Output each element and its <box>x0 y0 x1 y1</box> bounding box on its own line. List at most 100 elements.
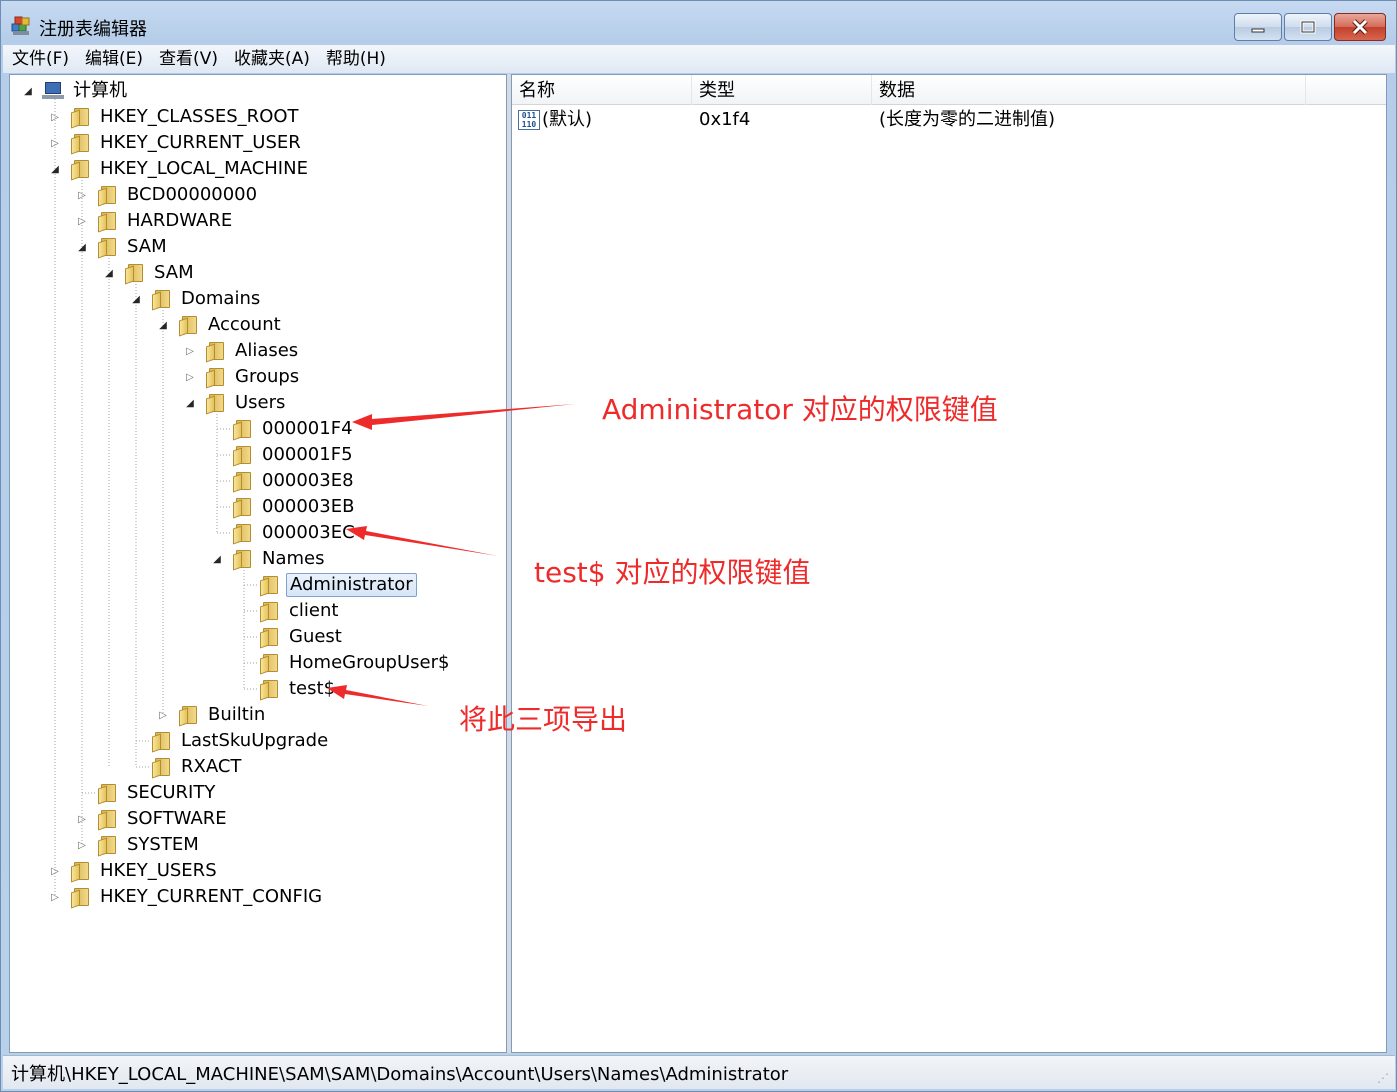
tree-node[interactable]: ▷ SOFTWARE <box>76 807 230 831</box>
no-arrow-spacer <box>238 631 250 643</box>
tree-node[interactable]: ▷ HKEY_CURRENT_USER <box>49 131 304 155</box>
expand-arrow-icon[interactable]: ▷ <box>49 137 61 149</box>
tree-node[interactable]: ▷ HKEY_CURRENT_CONFIG <box>49 885 325 909</box>
menu-favorites[interactable]: 收藏夹(A) <box>227 47 317 71</box>
tree-node[interactable]: 000001F5 <box>211 443 356 467</box>
tree-node-label: Users <box>235 392 286 413</box>
expand-arrow-icon[interactable]: ▷ <box>76 813 88 825</box>
tree-node-label: RXACT <box>181 756 242 777</box>
expand-arrow-icon[interactable]: ▷ <box>184 371 196 383</box>
registry-tree[interactable]: ◢ 计算机 ▷ HKEY_CLASSES_ROOT ▷ HKEY_CURRENT… <box>9 74 507 1053</box>
tree-node[interactable]: ◢ HKEY_LOCAL_MACHINE <box>49 157 311 181</box>
tree-node[interactable]: 000001F4 <box>211 417 356 441</box>
tree-node[interactable]: ▷ HKEY_CLASSES_ROOT <box>49 105 302 129</box>
folder-icon <box>231 549 253 571</box>
collapse-arrow-icon[interactable]: ◢ <box>49 163 61 175</box>
collapse-arrow-icon[interactable]: ◢ <box>184 397 196 409</box>
collapse-arrow-icon[interactable]: ◢ <box>211 553 223 565</box>
tree-node-label: 000001F5 <box>262 444 353 465</box>
collapse-arrow-icon[interactable]: ◢ <box>103 267 115 279</box>
tree-root-computer[interactable]: ◢ 计算机 <box>22 79 130 103</box>
expand-arrow-icon[interactable]: ▷ <box>76 839 88 851</box>
menu-help[interactable]: 帮助(H) <box>319 47 393 71</box>
value-name: (默认) <box>542 109 593 130</box>
list-row[interactable]: 011 110 (默认) 0x1f4 (长度为零的二进制值) <box>512 107 1386 133</box>
folder-icon <box>231 497 253 519</box>
expand-arrow-icon[interactable]: ▷ <box>49 865 61 877</box>
folder-icon <box>231 471 253 493</box>
tree-node[interactable]: ◢ Names <box>211 547 327 571</box>
tree-node[interactable]: ▷ Builtin <box>157 703 268 727</box>
tree-node-label: 000003E8 <box>262 470 354 491</box>
collapse-arrow-icon[interactable]: ◢ <box>157 319 169 331</box>
tree-node-label: HKEY_CLASSES_ROOT <box>100 106 299 127</box>
tree-node-label: 计算机 <box>73 80 127 101</box>
tree-node[interactable]: ◢ Account <box>157 313 284 337</box>
folder-icon <box>96 237 118 259</box>
menu-bar: 文件(F) 编辑(E) 查看(V) 收藏夹(A) 帮助(H) <box>3 45 1395 73</box>
column-header-data[interactable]: 数据 <box>872 75 1306 105</box>
tree-node[interactable]: 000003EC <box>211 521 358 545</box>
tree-node[interactable]: SECURITY <box>76 781 218 805</box>
menu-view[interactable]: 查看(V) <box>152 47 225 71</box>
values-list[interactable]: 名称 类型 数据 011 110 (默认) 0x1f4 (长度为零的二进制值) <box>511 74 1387 1053</box>
tree-node-label: Builtin <box>208 704 266 725</box>
expand-arrow-icon[interactable]: ▷ <box>157 709 169 721</box>
tree-node-label: HARDWARE <box>127 210 233 231</box>
tree-node-label: 000003EB <box>262 496 355 517</box>
expand-arrow-icon[interactable]: ▷ <box>49 111 61 123</box>
tree-node[interactable]: ▷ Groups <box>184 365 302 389</box>
expand-arrow-icon[interactable]: ▷ <box>76 215 88 227</box>
tree-node[interactable]: Guest <box>238 625 345 649</box>
collapse-arrow-icon[interactable]: ◢ <box>22 85 34 97</box>
tree-node[interactable]: HomeGroupUser$ <box>238 651 452 675</box>
folder-icon <box>258 627 280 649</box>
close-button[interactable] <box>1334 13 1386 41</box>
tree-node[interactable]: ◢ Users <box>184 391 288 415</box>
tree-node[interactable]: ▷ BCD00000000 <box>76 183 260 207</box>
expand-arrow-icon[interactable]: ▷ <box>49 891 61 903</box>
menu-file[interactable]: 文件(F) <box>5 47 76 71</box>
tree-node[interactable]: ◢ Domains <box>130 287 263 311</box>
menu-edit[interactable]: 编辑(E) <box>78 47 150 71</box>
folder-icon <box>96 809 118 831</box>
tree-node-label: test$ <box>289 678 336 699</box>
expand-arrow-icon[interactable]: ▷ <box>76 189 88 201</box>
collapse-arrow-icon[interactable]: ◢ <box>130 293 142 305</box>
tree-node[interactable]: ▷ HKEY_USERS <box>49 859 220 883</box>
tree-node-label: HKEY_LOCAL_MACHINE <box>100 158 308 179</box>
tree-node[interactable]: test$ <box>238 677 338 701</box>
column-header-type[interactable]: 类型 <box>692 75 872 105</box>
tree-node-label: SAM <box>127 236 167 257</box>
window-title: 注册表编辑器 <box>39 19 147 40</box>
folder-icon <box>177 705 199 727</box>
computer-icon <box>42 82 64 100</box>
tree-node-label: SAM <box>154 262 194 283</box>
expand-arrow-icon[interactable]: ▷ <box>184 345 196 357</box>
tree-node[interactable]: ◢ SAM <box>76 235 170 259</box>
folder-icon <box>123 263 145 285</box>
tree-node[interactable]: ◢ SAM <box>103 261 197 285</box>
column-header-name[interactable]: 名称 <box>512 75 692 105</box>
tree-node[interactable]: client <box>238 599 341 623</box>
tree-node[interactable]: LastSkuUpgrade <box>130 729 331 753</box>
collapse-arrow-icon[interactable]: ◢ <box>76 241 88 253</box>
tree-node-selected[interactable]: Administrator <box>238 573 417 597</box>
value-data: (长度为零的二进制值) <box>879 109 1056 130</box>
folder-icon <box>258 601 280 623</box>
tree-node-label: HKEY_CURRENT_CONFIG <box>100 886 323 907</box>
tree-node[interactable]: 000003E8 <box>211 469 357 493</box>
tree-node[interactable]: 000003EB <box>211 495 357 519</box>
tree-node-label: Names <box>262 548 325 569</box>
tree-node[interactable]: ▷ Aliases <box>184 339 301 363</box>
maximize-button[interactable] <box>1284 13 1332 41</box>
title-bar[interactable]: 注册表编辑器 <box>1 1 1396 45</box>
no-arrow-spacer <box>238 683 250 695</box>
resize-grip-icon[interactable]: ⋰ <box>1377 1071 1391 1085</box>
tree-node-label: BCD00000000 <box>127 184 258 205</box>
minimize-button[interactable] <box>1234 13 1282 41</box>
tree-node[interactable]: RXACT <box>130 755 244 779</box>
tree-node[interactable]: ▷ HARDWARE <box>76 209 235 233</box>
tree-node-label: Aliases <box>235 340 299 361</box>
tree-node[interactable]: ▷ SYSTEM <box>76 833 202 857</box>
